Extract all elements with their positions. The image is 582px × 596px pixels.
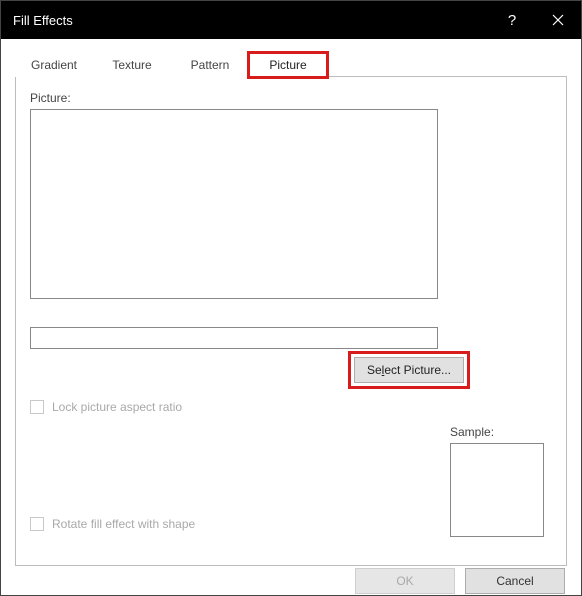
picture-label: Picture: (30, 91, 552, 105)
titlebar: Fill Effects ? (1, 1, 581, 39)
picture-tab-panel: Picture: Select Picture... Lock picture … (15, 76, 567, 566)
lock-aspect-checkbox[interactable]: Lock picture aspect ratio (30, 400, 182, 414)
tab-picture[interactable]: Picture (249, 53, 327, 77)
rotate-fill-label: Rotate fill effect with shape (52, 517, 195, 531)
tab-pattern[interactable]: Pattern (171, 53, 249, 77)
close-button[interactable] (535, 1, 581, 39)
checkbox-icon (30, 517, 44, 531)
checkbox-icon (30, 400, 44, 414)
ok-button: OK (355, 568, 455, 594)
cancel-button[interactable]: Cancel (465, 568, 565, 594)
help-button[interactable]: ? (489, 1, 535, 39)
tab-gradient[interactable]: Gradient (15, 53, 93, 77)
select-picture-button[interactable]: Select Picture... (354, 357, 464, 383)
picture-name-input[interactable] (30, 327, 438, 349)
close-icon (552, 14, 564, 26)
lock-aspect-label: Lock picture aspect ratio (52, 400, 182, 414)
fill-effects-dialog: Fill Effects ? Gradient Texture Pattern … (0, 0, 582, 596)
dialog-buttons: OK Cancel (1, 566, 581, 595)
sample-preview (450, 443, 544, 537)
sample-label: Sample: (450, 425, 494, 439)
tab-strip: Gradient Texture Pattern Picture (15, 53, 567, 77)
rotate-fill-checkbox[interactable]: Rotate fill effect with shape (30, 517, 195, 531)
select-picture-label: Select Picture... (367, 363, 451, 377)
tab-texture[interactable]: Texture (93, 53, 171, 77)
picture-preview (30, 109, 438, 299)
dialog-content: Gradient Texture Pattern Picture Picture… (1, 39, 581, 566)
dialog-title: Fill Effects (13, 13, 489, 28)
